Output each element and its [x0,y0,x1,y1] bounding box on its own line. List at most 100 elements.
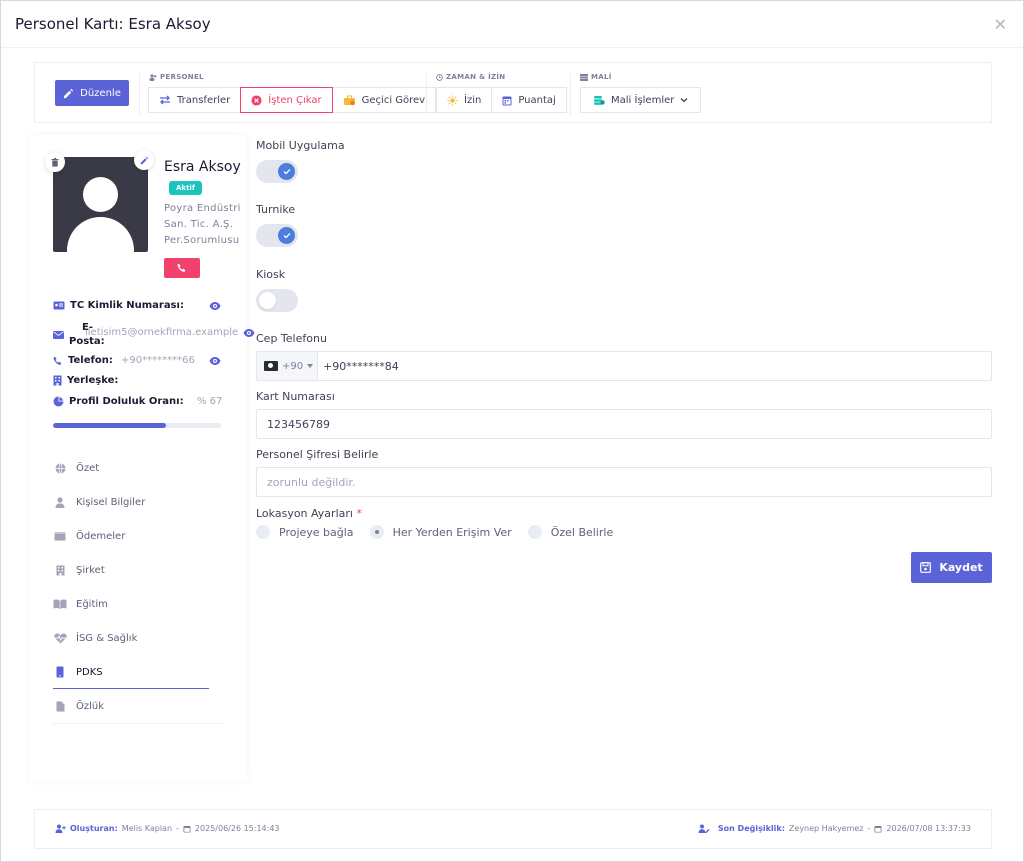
radio-label: Projeye bağla [279,525,354,539]
chevron-down-icon [680,98,688,103]
nav-item[interactable]: Özet [53,455,223,481]
id-card-icon [53,301,65,310]
nav-item[interactable]: İSG & Sağlık [53,625,223,651]
pie-chart-icon [53,396,64,407]
nav-item[interactable]: Eğitim [53,591,223,617]
dismiss-employee-button[interactable]: İşten Çıkar [240,87,333,113]
audit-footer: Oluşturan: Melis Kaplan - 2025/06/26 15:… [34,809,992,849]
sun-icon [447,94,458,106]
location-settings-label: Lokasyon Ayarları * [256,507,362,520]
delete-photo-button[interactable] [45,152,65,172]
profile-completion-row: Profil Doluluk Oranı: [53,396,184,407]
active-nav-underline [53,688,209,689]
nav-item-label: PDKS [76,666,103,678]
group-label-mali: MALİ [580,73,612,81]
calendar-icon [183,825,191,832]
temporary-assignment-button[interactable]: Geçici Görev [331,87,437,113]
location-radio-option[interactable]: Özel Belirle [527,525,614,539]
nav-item-label: Kişisel Bilgiler [76,496,146,508]
transfers-button[interactable]: Transferler [148,87,242,113]
pencil-icon [64,88,74,98]
divider [53,723,225,724]
radio-dot[interactable] [527,525,542,539]
divider [426,73,427,115]
clock-icon [436,73,443,81]
eye-icon[interactable] [209,300,221,312]
nav-item[interactable]: PDKS [53,659,223,685]
password-input[interactable]: zorunlu değildir. [256,467,992,497]
email-value: iletisim5@ornekfirma.example [85,327,239,338]
turnstile-toggle[interactable] [256,224,298,247]
nav-item-label: Şirket [76,564,105,576]
timesheet-button[interactable]: Puantaj [491,87,567,113]
group-label-zaman: ZAMAN & İZİN [436,73,505,81]
close-icon[interactable]: ✕ [994,15,1007,34]
eye-icon[interactable] [243,327,255,339]
radio-label: Özel Belirle [550,525,614,539]
radio-dot[interactable] [369,525,384,539]
trash-icon [51,157,59,167]
profile-completion-fill [53,423,166,428]
radio-dot[interactable] [256,525,270,539]
modified-info: Son Değişiklik: Zeynep Hakyemez - 2026/0… [698,824,971,833]
check-icon [283,233,290,239]
users-icon [149,73,157,81]
edit-photo-button[interactable] [134,150,154,170]
pencil-icon [140,156,148,164]
divider [570,73,571,115]
briefcase-icon [343,95,355,105]
mobile-app-label: Mobil Uygulama [256,139,345,152]
country-code-select[interactable]: +90 [257,352,318,380]
phone-icon [53,356,62,365]
phone-value: +90********66 [121,355,195,366]
profile-completion-bar [53,423,221,428]
calendar-icon [502,96,512,105]
password-label: Personel Şifresi Belirle [256,448,379,461]
cell-phone-value: +90*******84 [323,359,399,373]
financial-operations-dropdown[interactable]: Mali İşlemler [580,87,702,113]
card-number-input[interactable]: 123456789 [256,409,992,439]
save-icon [920,562,932,573]
kiosk-toggle[interactable] [256,289,298,312]
nav-item-label: Özlük [76,700,105,712]
radio-label: Her Yerden Erişim Ver [392,525,512,539]
turnstile-label: Turnike [256,203,296,216]
campus-row: Yerleşke: [53,375,118,386]
time-button-group: İzin Puantaj [436,87,567,113]
wallet-icon [53,531,67,541]
tc-number-row: TC Kimlik Numarası: [53,300,184,311]
group-label-personel: PERSONEL [149,73,204,81]
save-button[interactable]: Kaydet [911,552,992,583]
phone-icon [177,263,186,272]
calendar-icon [874,825,882,832]
check-icon [283,169,290,175]
nav-item[interactable]: Kişisel Bilgiler [53,489,223,515]
created-info: Oluşturan: Melis Kaplan - 2025/06/26 15:… [55,824,280,833]
envelope-icon [53,331,64,339]
location-radio-option[interactable]: Her Yerden Erişim Ver [369,525,512,539]
user-edit-icon [698,824,710,833]
action-toolbar: Düzenle PERSONEL Transferler İşten Çıkar… [34,62,992,123]
location-radio-option[interactable]: Projeye bağla [256,525,354,539]
money-icon [580,73,588,81]
file-icon [53,701,67,712]
eye-icon[interactable] [209,355,221,367]
call-button[interactable] [164,258,200,278]
book-icon [53,599,67,609]
kiosk-label: Kiosk [256,268,286,281]
edit-button[interactable]: Düzenle [55,80,129,106]
mobile-app-toggle[interactable] [256,160,298,183]
status-badge: Aktif [169,181,202,195]
cell-phone-label: Cep Telefonu [256,332,327,345]
nav-item-label: Ödemeler [76,530,126,542]
cell-phone-input[interactable]: +90 +90*******84 [256,351,992,381]
flag-icon [264,361,278,371]
nav-item[interactable]: Ödemeler [53,523,223,549]
nav-item[interactable]: Özlük [53,693,223,719]
profile-card: Esra Aksoy Aktif Poyra Endüstri San. Tic… [30,135,255,781]
modal-title: Personel Kartı: Esra Aksoy [15,15,211,33]
building-icon [53,375,62,386]
nav-item[interactable]: Şirket [53,557,223,583]
caret-down-icon [307,364,314,368]
leave-button[interactable]: İzin [436,87,493,113]
